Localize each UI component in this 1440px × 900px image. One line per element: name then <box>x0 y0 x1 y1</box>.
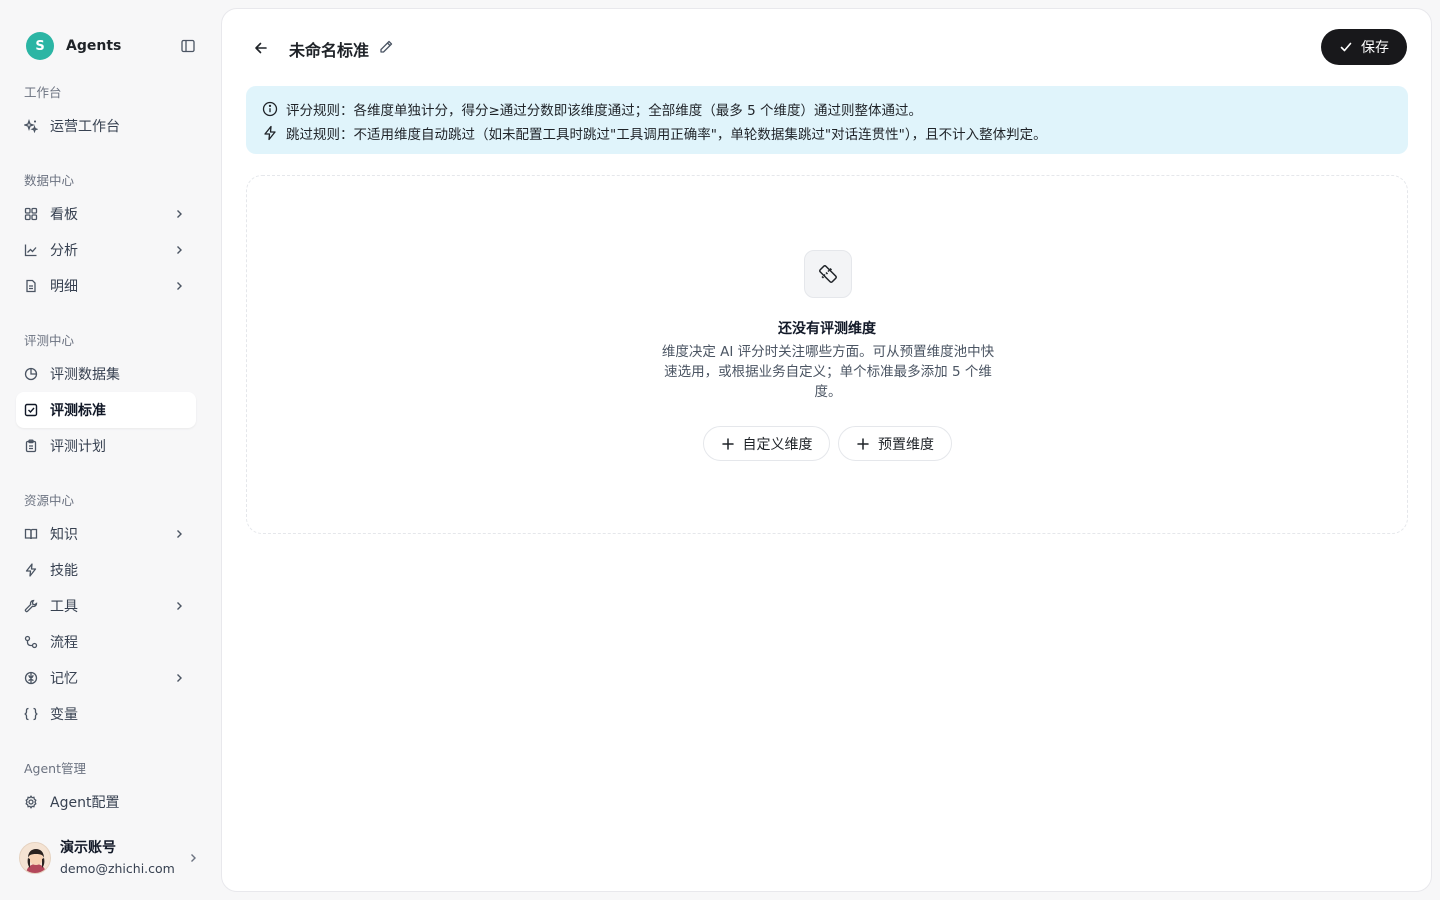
sidebar-item-tools[interactable]: 工具 <box>16 588 196 624</box>
sidebar-toggle-icon[interactable] <box>180 38 196 54</box>
user-name: 演示账号 <box>60 839 116 856</box>
wrench-icon <box>24 599 38 613</box>
sidebar-item-label: 运营工作台 <box>50 119 120 135</box>
user-email: demo@zhichi.com <box>60 860 175 876</box>
workflow-icon <box>24 635 38 649</box>
plus-icon <box>721 437 735 451</box>
sidebar-item-label: 变量 <box>50 707 78 723</box>
sidebar-item-ops[interactable]: 运营工作台 <box>16 108 196 144</box>
sidebar-item-label: 记忆 <box>50 671 78 687</box>
brand: S Agents <box>26 31 196 61</box>
lightning-icon <box>262 125 278 141</box>
group-label-workspace: 工作台 <box>24 85 62 100</box>
chevron-right-icon <box>177 246 182 254</box>
sidebar-item-label: 评测计划 <box>50 439 106 455</box>
scoring-rule-text: 评分规则：各维度单独计分，得分≥通过分数即该维度通过；全部维度（最多 5 个维度… <box>286 103 922 119</box>
empty-state: 还没有评测维度 维度决定 AI 评分时关注哪些方面。可从预置维度池中快速选用，或… <box>246 175 1408 534</box>
scoring-rule: 评分规则：各维度单独计分，得分≥通过分数即该维度通过；全部维度（最多 5 个维度… <box>262 97 1408 121</box>
chevron-right-icon <box>177 674 182 682</box>
line-chart-icon <box>24 243 38 257</box>
pencil-icon[interactable] <box>378 39 394 55</box>
main-panel: 未命名标准 保存 评分规则：各维度单独计分，得分≥通过分数即该维度通过；全部维度… <box>221 8 1432 892</box>
sidebar-item-label: 看板 <box>50 207 78 223</box>
sidebar-item-dataset[interactable]: 评测数据集 <box>16 356 196 392</box>
sidebar-item-label: 评测数据集 <box>50 367 120 383</box>
sidebar-item-agent-config[interactable]: Agent配置 <box>16 784 196 820</box>
group-label-data-center: 数据中心 <box>24 173 75 188</box>
book-open-icon <box>24 527 38 541</box>
add-preset-dimension-label: 预置维度 <box>878 436 934 453</box>
lightning-icon <box>24 563 38 577</box>
chevron-right-icon <box>177 602 182 610</box>
avatar <box>19 842 51 874</box>
sidebar-item-label: Agent配置 <box>50 795 120 811</box>
clipboard-icon <box>24 439 38 453</box>
sidebar-item-standard[interactable]: 评测标准 <box>16 392 196 428</box>
sidebar-item-label: 知识 <box>50 527 78 543</box>
empty-state-title: 还没有评测维度 <box>778 321 876 337</box>
check-icon <box>1339 40 1353 54</box>
chevron-right-icon <box>177 530 182 538</box>
page-title: 未命名标准 <box>289 41 370 60</box>
skip-rule-text: 跳过规则：不适用维度自动跳过（如未配置工具时跳过"工具调用正确率"，单轮数据集跳… <box>286 127 1047 143</box>
save-button-label: 保存 <box>1361 40 1389 56</box>
brain-icon <box>24 671 38 685</box>
sidebar-item-analysis[interactable]: 分析 <box>16 232 196 268</box>
skip-rule: 跳过规则：不适用维度自动跳过（如未配置工具时跳过"工具调用正确率"，单轮数据集跳… <box>262 121 1408 145</box>
info-icon <box>262 101 278 117</box>
sidebar-item-label: 明细 <box>50 279 78 295</box>
braces-icon <box>24 707 38 721</box>
gear-icon <box>24 795 38 809</box>
sidebar-item-memory[interactable]: 记忆 <box>16 660 196 696</box>
group-label-eval-center: 评测中心 <box>24 333 75 348</box>
group-label-agent-mgmt: Agent管理 <box>24 761 86 776</box>
dashboard-grid-icon <box>24 207 38 221</box>
user-account[interactable]: 演示账号 demo@zhichi.com <box>16 832 208 884</box>
sidebar-item-variables[interactable]: 变量 <box>16 696 196 732</box>
chevron-right-icon <box>177 210 182 218</box>
back-arrow-icon[interactable] <box>252 39 270 57</box>
empty-state-description: 维度决定 AI 评分时关注哪些方面。可从预置维度池中快速选用，或根据业务自定义；… <box>661 344 995 400</box>
sidebar-item-board[interactable]: 看板 <box>16 196 196 232</box>
chevron-right-icon <box>177 282 182 290</box>
sidebar: S Agents 工作台 运营工作台 数据中心 看板 分析 明细 评测中心 评测… <box>0 0 220 900</box>
sidebar-item-detail[interactable]: 明细 <box>16 268 196 304</box>
ruler-icon <box>804 250 852 298</box>
sidebar-item-flow[interactable]: 流程 <box>16 624 196 660</box>
brand-logo: S <box>26 32 54 60</box>
add-custom-dimension-button[interactable]: 自定义维度 <box>703 426 830 461</box>
sidebar-item-label: 分析 <box>50 243 78 259</box>
chevron-right-icon <box>191 854 196 862</box>
sidebar-item-label: 技能 <box>50 563 78 579</box>
group-label-resource-center: 资源中心 <box>24 493 75 508</box>
add-preset-dimension-button[interactable]: 预置维度 <box>838 426 952 461</box>
sidebar-item-label: 评测标准 <box>50 403 106 419</box>
add-custom-dimension-label: 自定义维度 <box>742 436 813 453</box>
sidebar-item-plan[interactable]: 评测计划 <box>16 428 196 464</box>
rules-banner: 评分规则：各维度单独计分，得分≥通过分数即该维度通过；全部维度（最多 5 个维度… <box>246 86 1408 154</box>
brand-name: Agents <box>66 38 122 54</box>
sidebar-item-label: 工具 <box>50 599 78 615</box>
sparkles-icon <box>24 119 38 133</box>
sidebar-item-label: 流程 <box>50 635 78 651</box>
pie-chart-icon <box>24 367 38 381</box>
sidebar-item-knowledge[interactable]: 知识 <box>16 516 196 552</box>
checkbox-icon <box>24 403 38 417</box>
plus-icon <box>856 437 870 451</box>
document-icon <box>24 279 38 293</box>
save-button[interactable]: 保存 <box>1321 29 1407 65</box>
sidebar-item-skills[interactable]: 技能 <box>16 552 196 588</box>
